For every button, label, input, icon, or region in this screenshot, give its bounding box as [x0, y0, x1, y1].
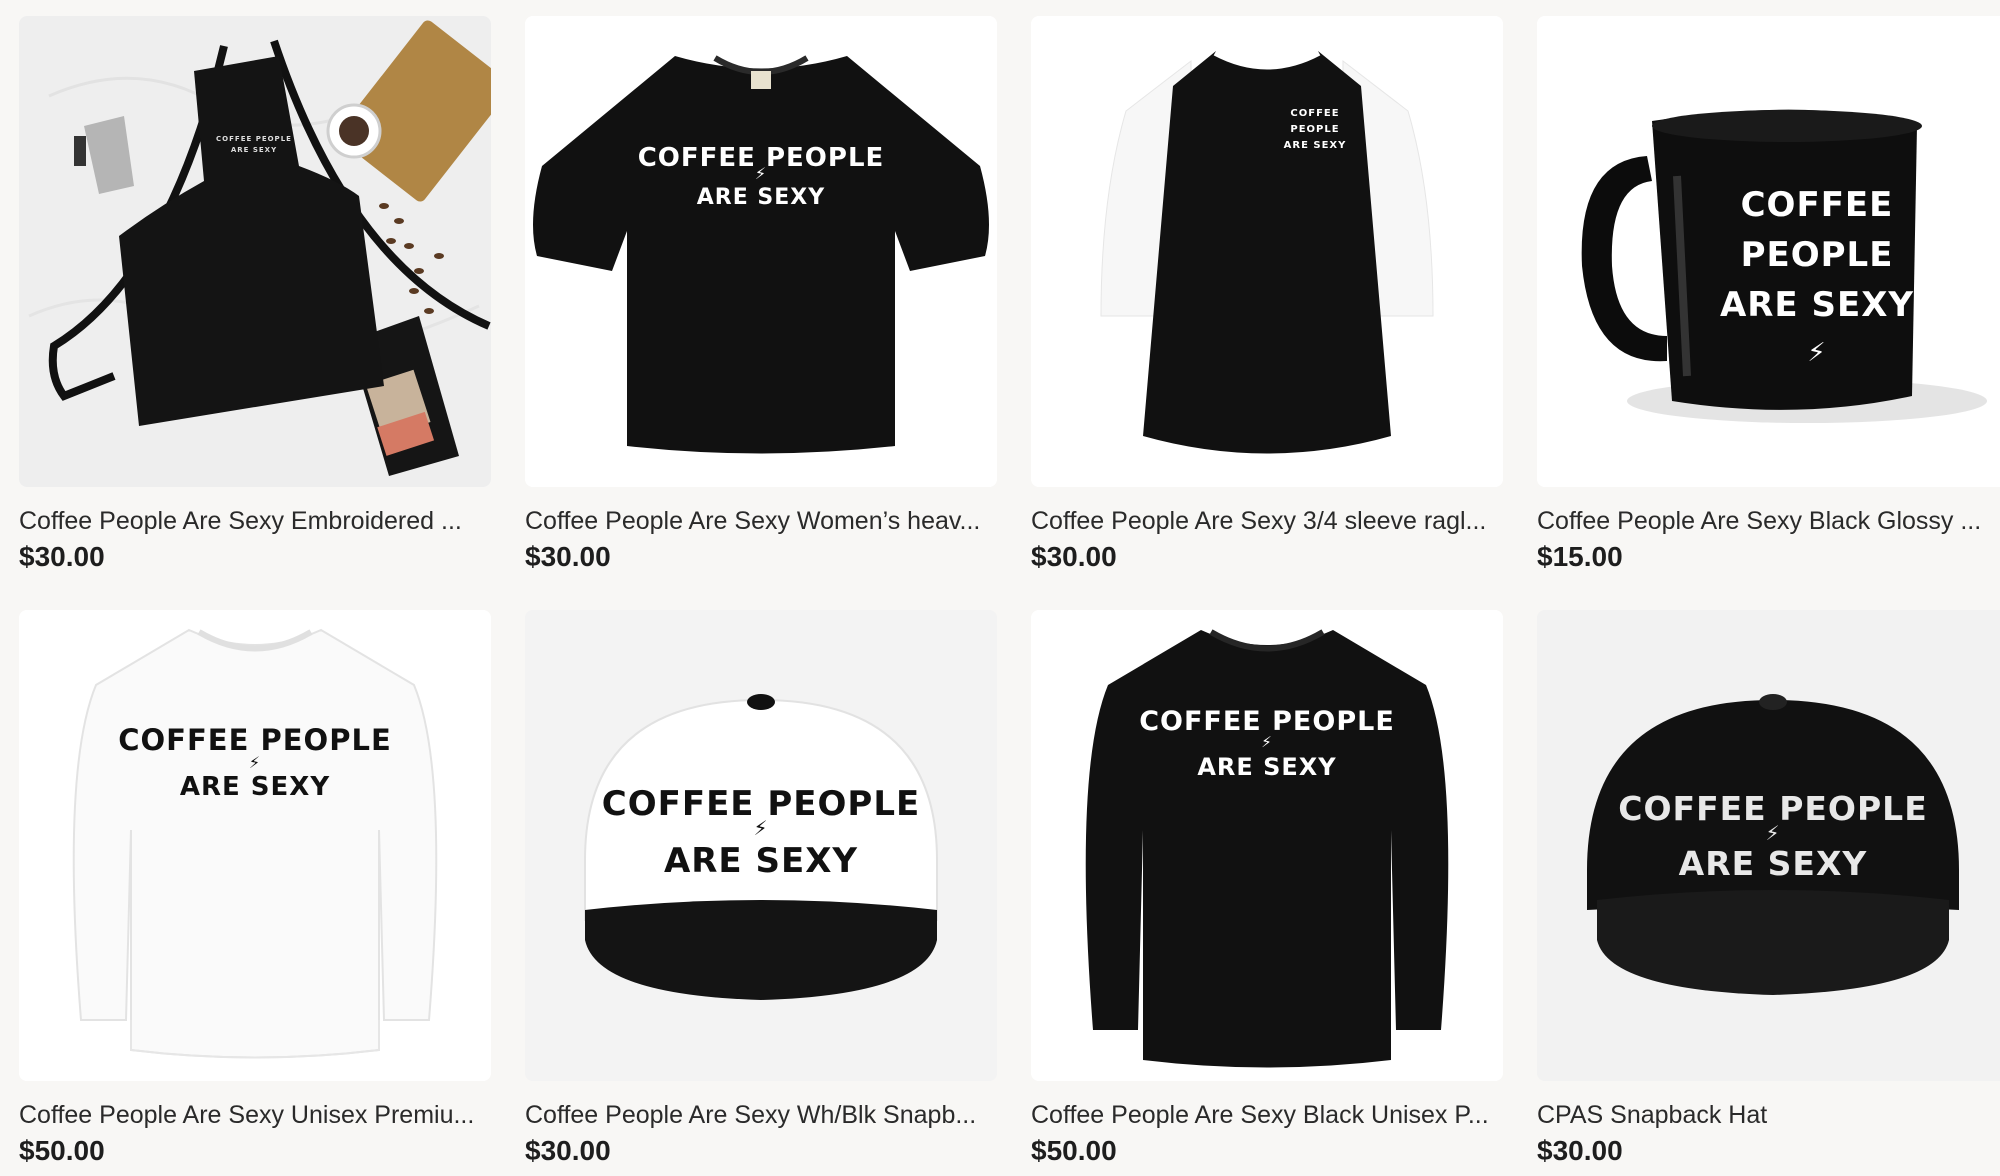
product-title[interactable]: Coffee People Are Sexy Women’s heav... — [525, 505, 997, 537]
product-card[interactable]: COFFEE PEOPLE ⚡ ARE SEXY CPAS Snapback H… — [1537, 610, 2000, 1176]
product-title[interactable]: Coffee People Are Sexy Embroidered ... — [19, 505, 491, 537]
black-snapback-print-line2: ARE SEXY — [1679, 844, 1868, 883]
product-image[interactable]: COFFEE PEOPLE ⚡ ARE SEXY — [525, 610, 997, 1081]
product-price: $30.00 — [19, 541, 105, 572]
product-image[interactable]: COFFEE PEOPLE ARE SEXY — [19, 16, 491, 487]
product-card[interactable]: COFFEE PEOPLE ARE SEXY ⚡ Coffee People A… — [1537, 16, 2000, 582]
black-snapback-image: COFFEE PEOPLE ⚡ ARE SEXY — [1537, 610, 2000, 1081]
apron-print-line1: COFFEE PEOPLE — [216, 135, 292, 143]
tshirt-image: COFFEE PEOPLE ⚡ ARE SEXY — [525, 16, 997, 487]
svg-text:⚡: ⚡ — [1765, 821, 1780, 845]
apron-print-line2: ARE SEXY — [231, 146, 277, 154]
product-price: $30.00 — [525, 541, 611, 572]
black-sweatshirt-print-line2: ARE SEXY — [1197, 753, 1336, 781]
product-price: $30.00 — [1031, 541, 1117, 572]
raglan-print-line2: PEOPLE — [1290, 124, 1339, 135]
apron-image: COFFEE PEOPLE ARE SEXY — [19, 16, 491, 487]
black-sweatshirt-image: COFFEE PEOPLE ⚡ ARE SEXY — [1031, 610, 1503, 1081]
product-price: $30.00 — [1537, 1135, 1623, 1166]
svg-text:⚡: ⚡ — [1807, 338, 1826, 368]
product-card[interactable]: COFFEE PEOPLE ⚡ ARE SEXY Coffee People A… — [525, 16, 997, 582]
product-card[interactable]: COFFEE PEOPLE ARE SEXY Coffee People Are… — [1031, 16, 1503, 582]
mug-print-line1: COFFEE — [1741, 185, 1894, 225]
white-sweatshirt-image: COFFEE PEOPLE ⚡ ARE SEXY — [19, 610, 491, 1081]
product-price: $15.00 — [1537, 541, 1623, 572]
product-title[interactable]: Coffee People Are Sexy Black Unisex P... — [1031, 1099, 1503, 1131]
product-card[interactable]: COFFEE PEOPLE ⚡ ARE SEXY Coffee People A… — [19, 610, 491, 1176]
white-snapback-print-line2: ARE SEXY — [664, 841, 858, 881]
product-card[interactable]: COFFEE PEOPLE ARE SEXY Coffee People Are… — [19, 16, 491, 582]
mug-print-line3: ARE SEXY — [1720, 285, 1914, 325]
raglan-print-line3: ARE SEXY — [1284, 140, 1347, 151]
product-price: $50.00 — [19, 1135, 105, 1166]
tshirt-print-line2: ARE SEXY — [697, 185, 825, 210]
raglan-shirt-image: COFFEE PEOPLE ARE SEXY — [1031, 16, 1503, 487]
svg-text:⚡: ⚡ — [755, 164, 767, 183]
product-grid: COFFEE PEOPLE ARE SEXY Coffee People Are… — [19, 16, 2000, 1176]
product-image[interactable]: COFFEE PEOPLE ⚡ ARE SEXY — [1031, 610, 1503, 1081]
white-snapback-image: COFFEE PEOPLE ⚡ ARE SEXY — [525, 610, 997, 1081]
product-image[interactable]: COFFEE PEOPLE ⚡ ARE SEXY — [1537, 610, 2000, 1081]
product-image[interactable]: COFFEE PEOPLE ARE SEXY ⚡ — [1537, 16, 2000, 487]
product-title[interactable]: Coffee People Are Sexy Unisex Premiu... — [19, 1099, 491, 1131]
product-card[interactable]: COFFEE PEOPLE ⚡ ARE SEXY Coffee People A… — [525, 610, 997, 1176]
product-image[interactable]: COFFEE PEOPLE ARE SEXY — [1031, 16, 1503, 487]
product-price: $30.00 — [525, 1135, 611, 1166]
white-sweatshirt-print-line1: COFFEE PEOPLE — [118, 723, 392, 757]
product-image[interactable]: COFFEE PEOPLE ⚡ ARE SEXY — [525, 16, 997, 487]
product-title[interactable]: Coffee People Are Sexy Wh/Blk Snapb... — [525, 1099, 997, 1131]
product-title[interactable]: Coffee People Are Sexy Black Glossy ... — [1537, 505, 2000, 537]
svg-text:⚡: ⚡ — [249, 753, 261, 772]
raglan-print-line1: COFFEE — [1290, 108, 1339, 119]
svg-text:⚡: ⚡ — [753, 816, 768, 840]
product-title[interactable]: Coffee People Are Sexy 3/4 sleeve ragl..… — [1031, 505, 1503, 537]
product-image[interactable]: COFFEE PEOPLE ⚡ ARE SEXY — [19, 610, 491, 1081]
mug-print-line2: PEOPLE — [1741, 235, 1894, 275]
product-card[interactable]: COFFEE PEOPLE ⚡ ARE SEXY Coffee People A… — [1031, 610, 1503, 1176]
mug-image: COFFEE PEOPLE ARE SEXY ⚡ — [1537, 16, 2000, 487]
product-title[interactable]: CPAS Snapback Hat — [1537, 1099, 2000, 1131]
white-sweatshirt-print-line2: ARE SEXY — [180, 772, 330, 802]
svg-text:⚡: ⚡ — [1261, 733, 1273, 751]
product-price: $50.00 — [1031, 1135, 1117, 1166]
